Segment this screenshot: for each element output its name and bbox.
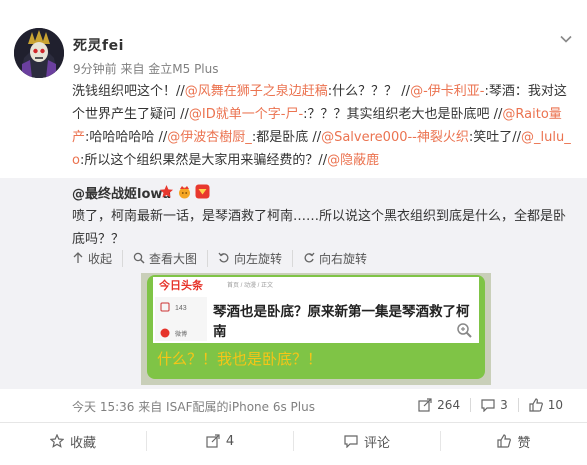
star-badge-icon[interactable]: [159, 184, 174, 199]
retweet-badges: [159, 183, 210, 199]
rotate-right-label: 向右旋转: [319, 251, 368, 266]
article-headline-line1: 琴酒也是卧底？原来新第一集是琴酒救了柯: [213, 303, 470, 320]
article-nav: 首页 / 动漫 / 正文: [227, 281, 273, 289]
image-caption: 什么？！我也是卧底？！: [157, 350, 322, 368]
repost-button[interactable]: 4: [146, 431, 293, 451]
retweet-author[interactable]: @最终战姬lowa: [72, 183, 171, 202]
collapse-button[interactable]: 收起: [72, 249, 124, 267]
post-text-segment: :笑吐了//: [468, 130, 522, 145]
news-screenshot: 今日头条 首页 / 动漫 / 正文 143 微博 琴酒也是卧底？原来新第一集是琴…: [141, 273, 491, 385]
post-text-segment: :？？？其实组织老大也是卧底吧 //: [303, 107, 503, 122]
attached-image[interactable]: 今日头条 首页 / 动漫 / 正文 143 微博 琴酒也是卧底？原来新第一集是琴…: [141, 273, 491, 385]
post-text-segment: :哈哈哈哈哈 //: [85, 130, 168, 145]
mention-link[interactable]: @隐蔽鹿: [327, 153, 379, 168]
action-bar: 收藏 4 评论 赞: [0, 423, 587, 459]
comment-count: 3: [500, 398, 508, 412]
rotate-left-label: 向左旋转: [234, 251, 283, 266]
mention-link[interactable]: @-伊卡利亚-: [410, 84, 484, 99]
like-label: 赞: [517, 435, 531, 451]
member-badge-icon[interactable]: [195, 184, 210, 199]
mention-link[interactable]: @风舞在狮子之泉边赶稿: [185, 84, 328, 99]
post-text-segment: :都是卧底 //: [251, 130, 322, 145]
crown-badge-icon[interactable]: [177, 184, 192, 199]
retweet-repost-button[interactable]: 264: [408, 398, 470, 412]
app-label: 微博: [175, 330, 187, 338]
comment-count: 143: [175, 305, 187, 312]
thumbs-up-icon: [497, 434, 512, 448]
retweet-footer: 今天 15:36 来自 ISAF配属的iPhone 6s Plus: [72, 400, 315, 414]
comment-label: 评论: [363, 435, 390, 451]
image-toolbar: 收起 查看大图 向左旋转 向右旋转: [72, 249, 387, 267]
star-icon: [49, 434, 64, 448]
retweet-text: 喷了，柯南最新一话，是琴酒救了柯南……所以说这个黑衣组织到底是什么，全都是卧底吗…: [72, 209, 567, 247]
retweet-like-button[interactable]: 10: [517, 398, 573, 412]
share-icon: [418, 398, 432, 412]
post-text-segment: :所以这个组织果然是大家用来骗经费的？//: [79, 153, 328, 168]
retweet-comment-button[interactable]: 3: [470, 398, 518, 412]
rotate-right-icon: [304, 252, 315, 263]
mention-link[interactable]: @伊波杏樹厨_: [167, 130, 252, 145]
mention-link[interactable]: @Salvere000--神裂火织: [321, 130, 469, 145]
mention-link[interactable]: @ID就单一个字-尸-: [189, 107, 303, 122]
view-large-label: 查看大图: [149, 251, 198, 266]
post-text-segment: :什么？？？ //: [327, 84, 411, 99]
thumbs-up-icon: [529, 398, 543, 412]
magnifier-icon: [133, 252, 145, 264]
favorite-button[interactable]: 收藏: [0, 431, 146, 451]
arrow-up-icon: [73, 252, 83, 263]
comment-icon: [344, 435, 358, 448]
article-headline-line2: 南: [213, 323, 227, 340]
author-name[interactable]: 死灵fei: [73, 35, 124, 55]
comment-icon: [481, 399, 495, 412]
rotate-left-icon: [218, 252, 229, 263]
avatar-image: [14, 28, 64, 78]
brand-logo: 今日头条: [158, 278, 204, 292]
post-meta: 9分钟前 来自 金立M5 Plus: [73, 62, 219, 76]
chevron-down-icon[interactable]: [559, 32, 573, 46]
post-text: 洗钱组织吧这个！//@风舞在狮子之泉边赶稿:什么？？？ //@-伊卡利亚-:琴酒…: [72, 80, 577, 172]
collapse-label: 收起: [88, 251, 113, 266]
like-button[interactable]: 赞: [440, 431, 587, 451]
like-count: 10: [547, 398, 563, 412]
repost-count: 264: [437, 398, 461, 412]
repost-label: 4: [225, 433, 235, 449]
rotate-left-button[interactable]: 向左旋转: [218, 249, 294, 267]
weibo-icon: [160, 328, 170, 338]
favorite-label: 收藏: [69, 435, 96, 451]
post-text-segment: 洗钱组织吧这个！//: [72, 84, 185, 99]
rotate-right-button[interactable]: 向右旋转: [303, 250, 377, 267]
comment-button[interactable]: 评论: [293, 431, 440, 451]
view-large-button[interactable]: 查看大图: [133, 249, 209, 267]
weibo-post-card: 死灵fei 9分钟前 来自 金立M5 Plus 洗钱组织吧这个！//@风舞在狮子…: [0, 0, 587, 465]
share-icon: [206, 434, 220, 448]
avatar[interactable]: [14, 28, 64, 78]
retweet-stats: 264 3 10: [408, 398, 573, 412]
